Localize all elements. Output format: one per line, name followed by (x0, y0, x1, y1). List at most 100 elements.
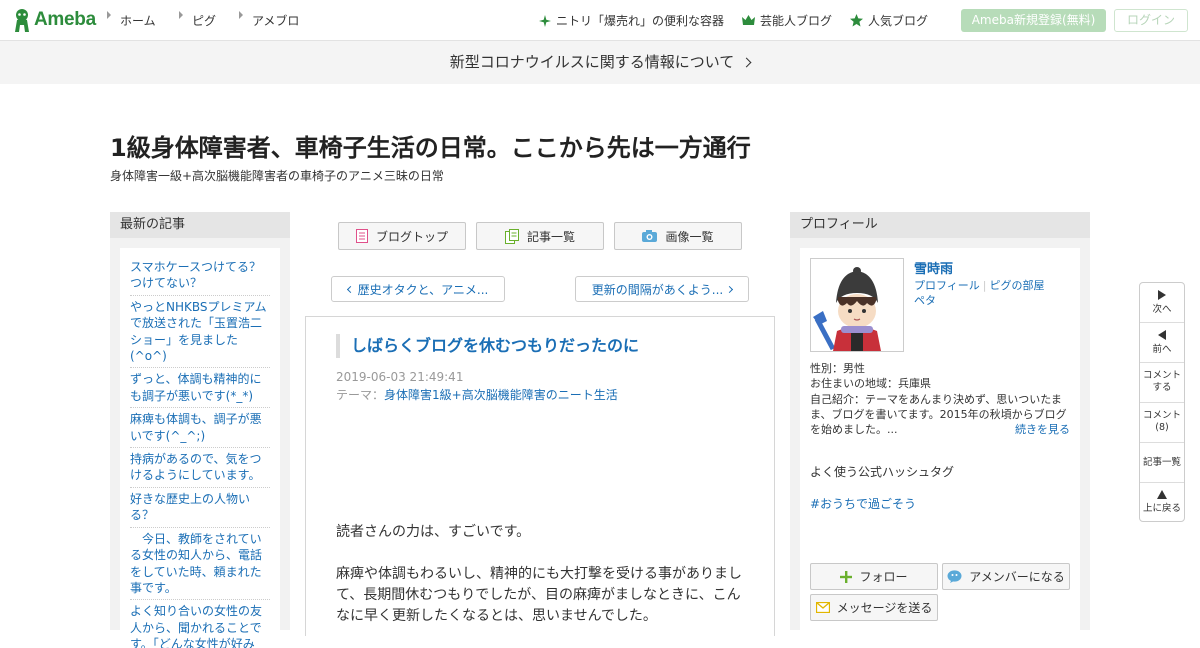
triangle-right-icon (239, 11, 243, 19)
nav-pig[interactable]: ピグ (179, 11, 217, 29)
recent-article-link[interactable]: よく知り合いの女性の友人から、聞かれることです。「どんな女性が好み (130, 600, 270, 648)
follow-label: フォロー (859, 570, 908, 584)
article-paragraph: 読者さんの力は、すごいです。 (336, 524, 531, 540)
recent-article-link[interactable]: 持病があるので、気をつけるようにしています。 (130, 448, 270, 488)
blog-top-button[interactable]: ブログトップ (338, 222, 466, 250)
recent-article-link[interactable]: やっとNHKBSプレミアムで放送された「玉置浩二ショー」を見ました(^o^) (130, 296, 270, 369)
profile-links: プロフィール | ピグの部屋 ペタ (914, 278, 1064, 308)
recent-article-link[interactable]: 好きな歴史上の人物いる？ (130, 488, 270, 528)
covid-notice-text: 新型コロナウイルスに関する情報について (449, 53, 735, 71)
logo-text: Ameba (34, 9, 96, 30)
next-entry-label: 次へ (1152, 304, 1172, 315)
blog-top-label: ブログトップ (375, 229, 448, 244)
covid-notice-bar[interactable]: 新型コロナウイルスに関する情報について (0, 41, 1200, 84)
header-link-celebrity-label: 芸能人ブログ (760, 14, 833, 28)
pig-room-link[interactable]: ピグの部屋 (990, 279, 1045, 292)
comments-count-button[interactable]: コメント (8) (1140, 403, 1184, 443)
nav-home[interactable]: ホーム (107, 11, 156, 29)
article-list-nav-button[interactable]: 記事一覧 (1140, 443, 1184, 483)
profile-sidebar: プロフィール 雪時雨 プロフィール | ピグの部屋 ペタ 性別：男性 お住まいの… (790, 212, 1090, 638)
article-theme-prefix: テーマ： (336, 388, 385, 402)
article-list-button[interactable]: 記事一覧 (476, 222, 604, 250)
back-to-top-button[interactable]: 上に戻る (1140, 483, 1184, 521)
header-link-popular[interactable]: 人気ブログ (850, 12, 928, 29)
write-comment-label-1: コメント (1142, 370, 1181, 381)
recent-article-link[interactable]: ずっと、体調も精神的にも調子が悪いです(*_*) (130, 368, 270, 409)
nav-ameblo-label: アメブロ (252, 14, 300, 28)
next-article-label: 更新の間隔があくよう... (591, 282, 724, 297)
send-message-label: メッセージを送る (836, 601, 933, 615)
login-button[interactable]: ログイン (1114, 9, 1188, 32)
recent-article-link[interactable]: 今日、教師をされている女性の知人から、電話をしていた時、頼まれた事です。 (130, 528, 270, 601)
avatar[interactable] (810, 258, 904, 352)
recent-article-link[interactable]: 麻痺も体調も、調子が悪いです(^_^;) (130, 408, 270, 449)
header-link-nitori[interactable]: ニトリ「爆売れ」の便利な容器 (539, 12, 724, 29)
send-message-button[interactable]: メッセージを送る (810, 594, 938, 621)
prev-entry-label: 前へ (1152, 344, 1172, 355)
prev-article-label: 歴史オタクと、アニメ... (357, 282, 489, 297)
profile-link[interactable]: プロフィール (914, 279, 980, 292)
ameba-logo-icon (12, 8, 32, 32)
chevron-right-icon (741, 57, 752, 68)
amember-label: アメンバーになる (969, 570, 1065, 584)
star-icon (850, 14, 863, 27)
play-right-icon (1158, 290, 1166, 300)
triangle-right-icon (179, 11, 183, 19)
article-date: 2019-06-03 21:49:41 (336, 370, 464, 384)
plus-icon (840, 570, 853, 583)
article-theme-link[interactable]: 身体障害1級+高次脳機能障害のニート生活 (384, 388, 618, 402)
envelope-icon (815, 602, 830, 613)
chevron-left-icon (346, 285, 354, 293)
blog-title[interactable]: 1級身体障害者、車椅子生活の日常。ここから先は一方通行 (110, 128, 751, 163)
recent-articles-sidebar: 最新の記事 スマホケースつけてる？つけてない？ やっとNHKBSプレミアムで放送… (110, 212, 290, 648)
article-list-label: 記事一覧 (526, 229, 575, 244)
header-link-celebrity[interactable]: 芸能人ブログ (742, 12, 832, 29)
profile-heading: プロフィール (790, 212, 1090, 238)
chevron-right-icon (726, 285, 734, 293)
blog-description: 身体障害一級+高次脳機能障害者の車椅子のアニメ三昧の日常 (110, 169, 444, 183)
next-entry-button[interactable]: 次へ (1140, 283, 1184, 323)
floating-nav: 次へ 前へ コメント する コメント (8) 記事一覧 上に戻る (1139, 282, 1185, 522)
ameba-logo[interactable]: Ameba (12, 8, 96, 32)
profile-name[interactable]: 雪時雨 (914, 258, 953, 277)
image-list-label: 画像一覧 (665, 229, 714, 244)
article-paragraph: 麻痺や体調もわるいし、精神的にも大打撃を受ける事がありまして、長期間休むつもりで… (336, 566, 742, 624)
next-article-button[interactable]: 更新の間隔があくよう... (575, 276, 749, 302)
triangle-right-icon (107, 11, 111, 19)
recent-articles-heading: 最新の記事 (110, 212, 290, 238)
write-comment-button[interactable]: コメント する (1140, 363, 1184, 403)
peta-link[interactable]: ペタ (914, 294, 936, 307)
write-comment-label-2: する (1152, 382, 1172, 393)
comments-label: コメント (1142, 410, 1181, 421)
article-title[interactable]: しばらくブログを休むつもりだったのに (336, 334, 639, 358)
global-header: Ameba ホーム ピグ アメブロ ニトリ「爆売れ」の便利な容器 芸能人ブログ … (0, 0, 1200, 41)
article-theme: テーマ：身体障害1級+高次脳機能障害のニート生活 (336, 386, 618, 403)
follow-button[interactable]: フォロー (810, 563, 938, 590)
recent-article-link[interactable]: スマホケースつけてる？つけてない？ (130, 256, 270, 296)
read-more-link[interactable]: 続きを見る (1015, 421, 1070, 437)
register-button[interactable]: Ameba新規登録(無料) (961, 9, 1106, 32)
nav-pig-label: ピグ (192, 14, 217, 28)
amember-button[interactable]: アメンバーになる (942, 563, 1070, 590)
blog-top-icon (355, 229, 368, 243)
prev-article-button[interactable]: 歴史オタクと、アニメ... (331, 276, 505, 302)
header-link-nitori-label: ニトリ「爆売れ」の便利な容器 (556, 14, 725, 28)
profile-gender: 性別：男性 (810, 362, 865, 375)
prev-entry-button[interactable]: 前へ (1140, 323, 1184, 363)
back-to-top-label: 上に戻る (1142, 503, 1181, 514)
triangle-up-icon (1157, 490, 1167, 499)
hashtag-link[interactable]: #おうちで過ごそう (810, 495, 916, 512)
article-list-nav-label: 記事一覧 (1142, 457, 1181, 468)
crown-icon (742, 15, 755, 25)
amember-icon (947, 570, 962, 583)
header-link-popular-label: 人気ブログ (868, 14, 929, 28)
separator: | (982, 279, 987, 292)
hashtag-heading: よく使う公式ハッシュタグ (810, 465, 955, 479)
nav-ameblo[interactable]: アメブロ (239, 11, 300, 29)
recent-articles-list: スマホケースつけてる？つけてない？ やっとNHKBSプレミアムで放送された「玉置… (120, 248, 280, 648)
image-list-button[interactable]: 画像一覧 (614, 222, 742, 250)
profile-card: 雪時雨 プロフィール | ピグの部屋 ペタ 性別：男性 お住まいの地域：兵庫県 自己… (800, 248, 1080, 638)
article-list-icon (504, 228, 519, 244)
camera-icon (642, 230, 658, 242)
nav-home-label: ホーム (120, 14, 156, 28)
